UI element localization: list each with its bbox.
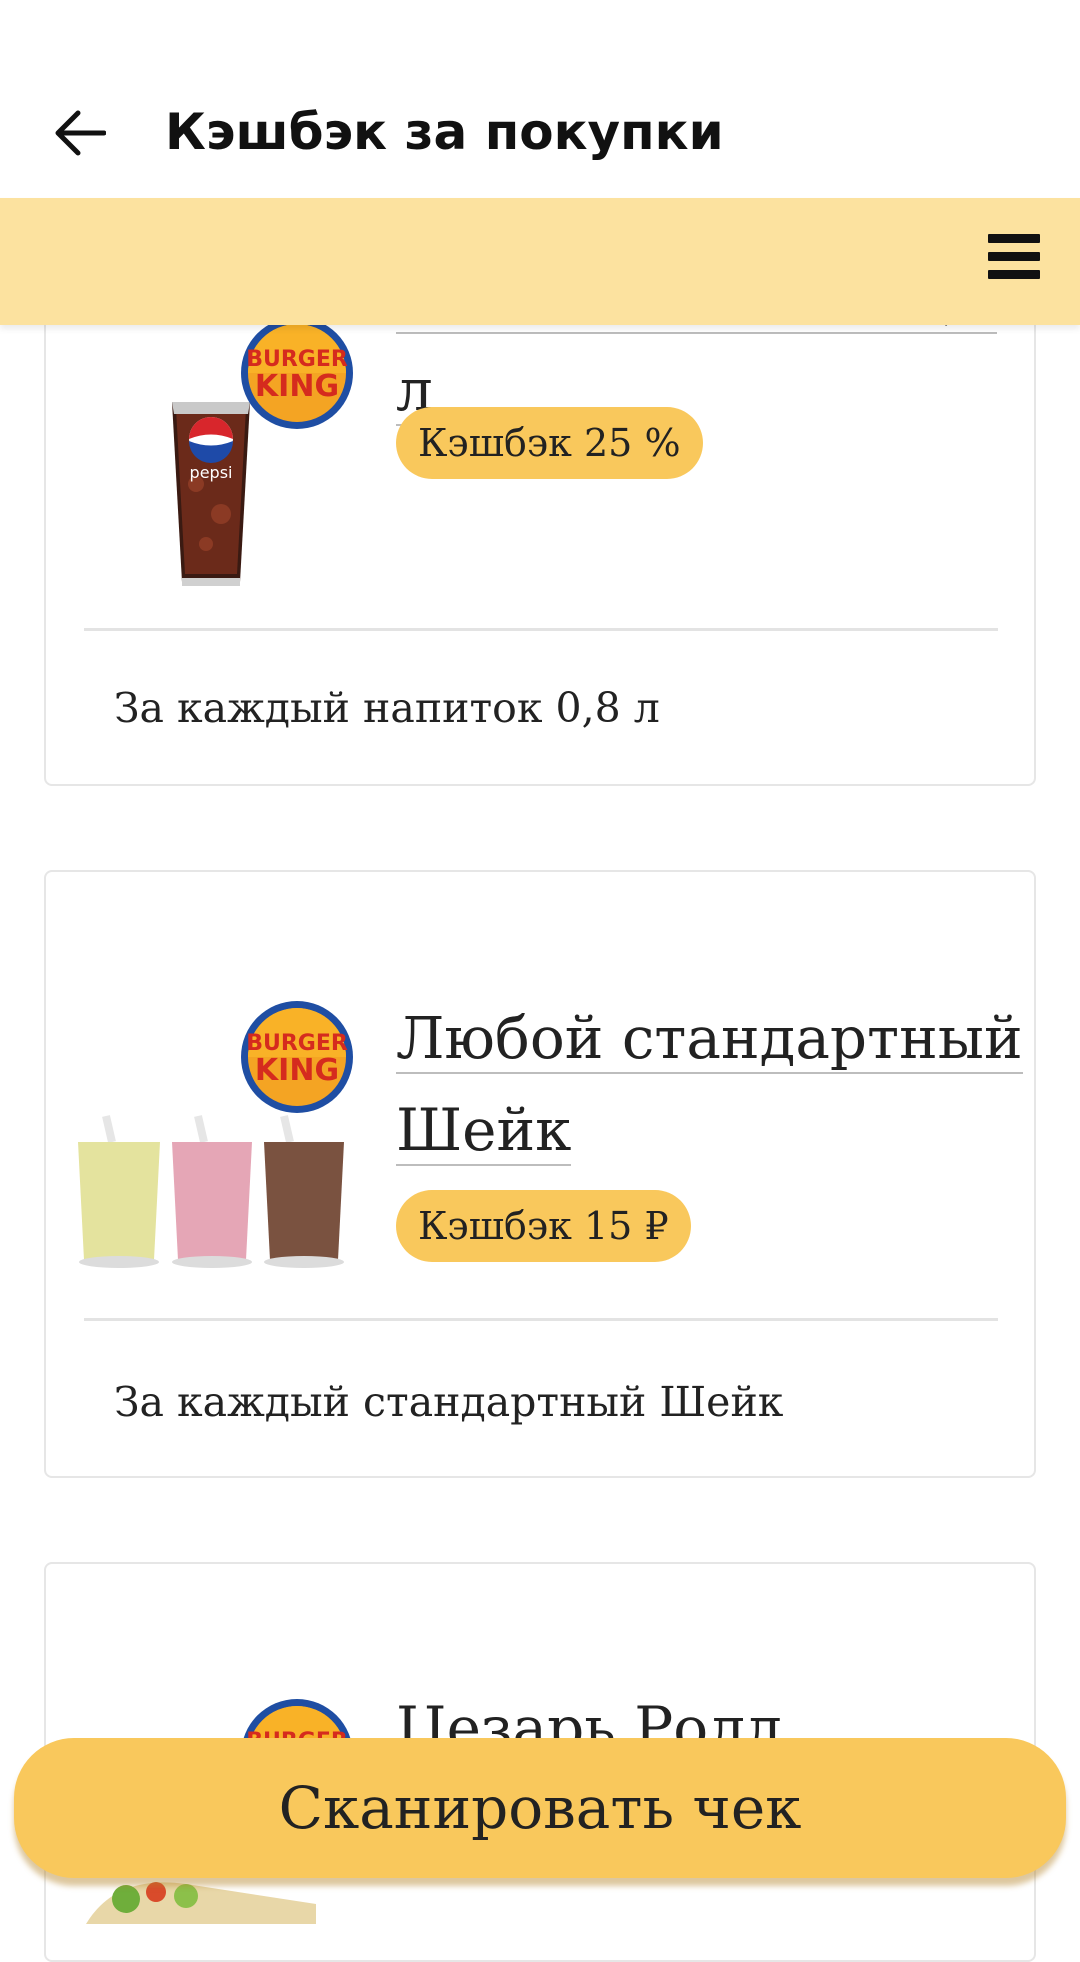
scan-receipt-button[interactable]: Сканировать чек <box>14 1738 1066 1878</box>
bk-text-line2: KING <box>255 1053 339 1088</box>
cashback-badge: Кэшбэк 15 ₽ <box>396 1190 691 1262</box>
burger-king-logo: BURGER KING <box>241 1001 353 1113</box>
shakes-image <box>78 1115 344 1268</box>
back-button[interactable] <box>40 98 120 168</box>
menu-button[interactable] <box>988 234 1040 282</box>
card-divider <box>84 1318 998 1321</box>
menu-icon <box>988 234 1040 243</box>
cashback-badge: Кэшбэк 25 % <box>396 407 703 479</box>
app-bar: Кэшбэк за покупки <box>0 0 1080 198</box>
offer-card[interactable]: BURGER KING Любой стандартный Шейк Кэшбэ… <box>44 870 1036 1478</box>
burger-king-logo: BURGER KING <box>241 317 353 429</box>
arrow-left-icon <box>55 110 106 156</box>
filter-bar <box>0 198 1080 325</box>
offer-title-line: Любой стандартный <box>396 1004 1023 1074</box>
offer-card[interactable]: pepsi BURGER KING Любые напитки 0,8 л Кэ… <box>44 250 1036 786</box>
offer-condition: За каждый стандартный Шейк <box>114 1378 784 1426</box>
bk-text-line2: KING <box>255 369 339 404</box>
page-title: Кэшбэк за покупки <box>165 103 724 161</box>
pepsi-label: pepsi <box>190 463 233 482</box>
card-divider <box>84 628 998 631</box>
offer-condition: За каждый напиток 0,8 л <box>114 684 660 732</box>
offer-title-line: Шейк <box>396 1096 572 1166</box>
offer-title: Любой стандартный Шейк <box>396 992 1023 1176</box>
